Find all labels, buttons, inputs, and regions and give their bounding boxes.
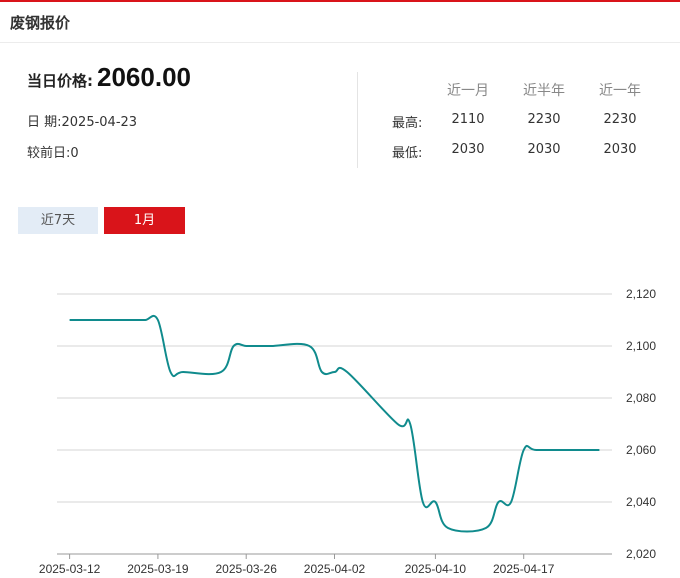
- price-data-point: [333, 371, 336, 374]
- date-label: 日 期:: [27, 115, 62, 130]
- price-data-point: [93, 319, 96, 322]
- price-data-point: [396, 423, 399, 426]
- x-tick-label: 2025-04-17: [493, 562, 555, 576]
- price-data-point: [81, 319, 84, 322]
- price-data-point: [585, 449, 588, 452]
- price-data-point: [219, 371, 222, 374]
- price-data-point: [421, 501, 424, 504]
- price-data-point: [409, 423, 412, 426]
- price-data-point: [245, 345, 248, 348]
- stats-low-month: 2030: [451, 142, 485, 157]
- price-data-point: [346, 371, 349, 374]
- price-data-point: [232, 345, 235, 348]
- price-data-point: [169, 371, 172, 374]
- change-value: 0: [70, 146, 79, 161]
- y-tick-label: 2,020: [626, 547, 656, 561]
- stats-high-year: 2230: [603, 112, 637, 127]
- x-tick-label: 2025-03-12: [39, 562, 101, 576]
- price-data-point: [522, 449, 525, 452]
- price-data-point: [308, 345, 311, 348]
- change-label: 较前日:: [27, 146, 71, 161]
- stats-row-high-label: 最高:: [392, 116, 423, 131]
- y-tick-label: 2,100: [626, 339, 656, 353]
- stats-low-year: 2030: [603, 142, 637, 157]
- x-tick-label: 2025-04-02: [304, 562, 366, 576]
- price-data-point: [270, 345, 273, 348]
- price-data-point: [144, 319, 147, 322]
- price-data-point: [131, 319, 134, 322]
- x-tick-label: 2025-03-19: [127, 562, 189, 576]
- price-row: 当日价格: 2060.00: [27, 62, 191, 93]
- price-data-point: [68, 319, 71, 322]
- panel-header: 废钢报价: [0, 2, 680, 43]
- stats-header-half-year: 近半年: [523, 83, 565, 99]
- stats-high-month: 2110: [451, 112, 485, 127]
- price-series-line: [69, 314, 600, 533]
- stats-header-year: 近一年: [599, 83, 641, 99]
- x-tick-label: 2025-04-10: [405, 562, 467, 576]
- stats-header-month: 近一月: [447, 83, 489, 99]
- price-data-point: [484, 527, 487, 530]
- stats-table: 近一月 近半年 近一年 最高: 2110 2230 2230 最低: 2030 …: [380, 80, 670, 170]
- price-data-point: [497, 501, 500, 504]
- stats-high-half-year: 2230: [527, 112, 561, 127]
- price-data-point: [257, 345, 260, 348]
- change-row: 较前日:0: [27, 142, 79, 161]
- tab-1-month[interactable]: 1月: [104, 207, 185, 234]
- price-data-point: [598, 449, 601, 452]
- price-data-point: [510, 501, 513, 504]
- price-data-point: [573, 449, 576, 452]
- stats-low-half-year: 2030: [527, 142, 561, 157]
- info-divider: [357, 72, 358, 168]
- price-data-point: [156, 319, 159, 322]
- panel-title: 废钢报价: [10, 14, 71, 32]
- price-data-point: [182, 371, 185, 374]
- tab-7-days[interactable]: 近7天: [18, 207, 98, 234]
- y-tick-label: 2,080: [626, 391, 656, 405]
- y-tick-label: 2,040: [626, 495, 656, 509]
- price-data-point: [447, 527, 450, 530]
- y-tick-label: 2,060: [626, 443, 656, 457]
- date-row: 日 期:2025-04-23: [27, 111, 137, 130]
- price-label: 当日价格:: [27, 72, 93, 90]
- price-data-point: [320, 371, 323, 374]
- price-line-chart: 2,020 2,040 2,060 2,080 2,100 2,120 2025-03-12…: [39, 287, 656, 576]
- y-tick-label: 2,120: [626, 287, 656, 301]
- price-data-point: [434, 501, 437, 504]
- price-data-point: [535, 449, 538, 452]
- x-tick-label: 2025-03-26: [216, 562, 278, 576]
- date-value: 2025-04-23: [61, 115, 138, 130]
- price-value: 2060.00: [97, 62, 191, 92]
- stats-row-low-label: 最低:: [392, 146, 423, 161]
